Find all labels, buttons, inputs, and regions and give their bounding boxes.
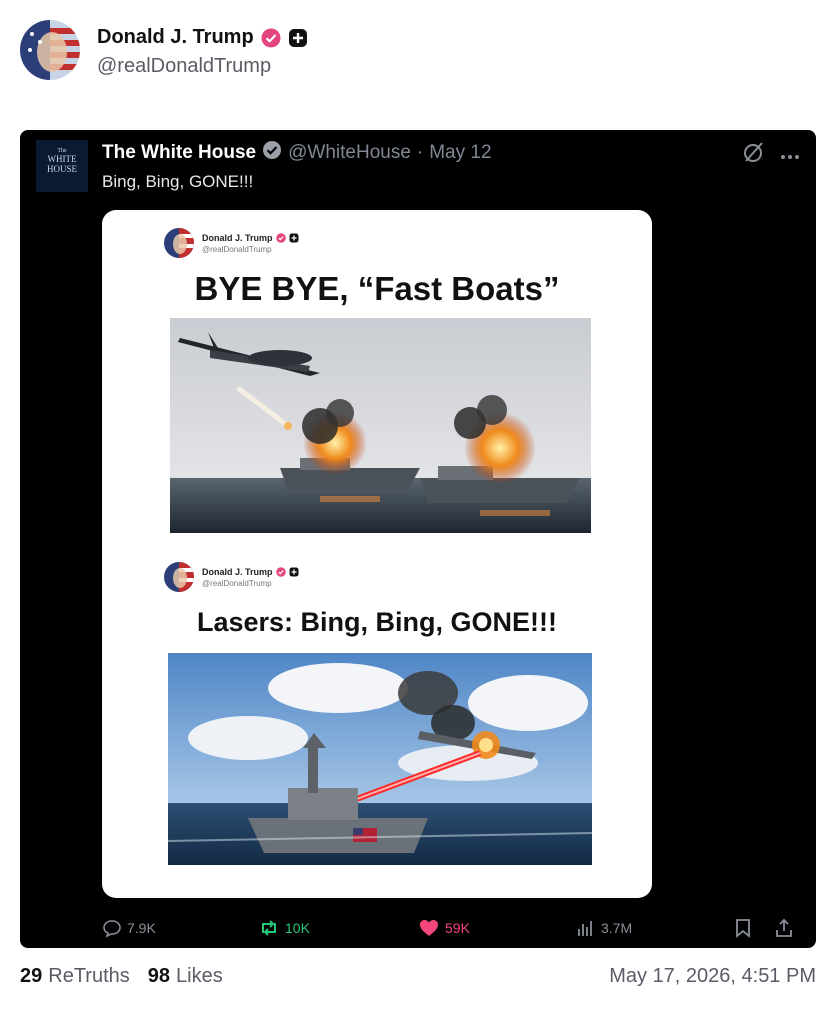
embed-icons bbox=[742, 140, 800, 169]
x-logo-icon[interactable] bbox=[742, 140, 766, 169]
embed-media[interactable]: Donald J. Trump @realDonaldTrump BYE BYE… bbox=[102, 210, 652, 898]
post-stats: 29 ReTruths 98 Likes bbox=[20, 965, 223, 988]
reply-icon bbox=[103, 920, 121, 938]
media-post1-name-row: Donald J. Trump bbox=[202, 233, 299, 243]
media-post1-verified-icon bbox=[275, 232, 286, 243]
verified-badge-icon bbox=[261, 28, 281, 48]
media-post1-header: Donald J. Trump @realDonaldTrump bbox=[164, 228, 299, 258]
media-post2-header: Donald J. Trump @realDonaldTrump bbox=[164, 562, 299, 592]
embed-header: The White House @WhiteHouse · May 12 bbox=[102, 140, 492, 166]
repost-button[interactable]: 10K bbox=[258, 918, 310, 938]
retruths-label[interactable]: ReTruths bbox=[48, 965, 130, 988]
share-button[interactable] bbox=[774, 918, 794, 938]
views-button[interactable]: 3.7M bbox=[576, 918, 632, 938]
embed-author-handle[interactable]: @WhiteHouse bbox=[288, 142, 411, 164]
media-post2-name: Donald J. Trump bbox=[202, 566, 273, 577]
author-handle[interactable]: @realDonaldTrump bbox=[97, 55, 271, 78]
like-count: 59K bbox=[445, 920, 470, 936]
media-post2-plus-icon bbox=[289, 567, 299, 576]
logo-line-2: WHITE bbox=[47, 154, 77, 164]
views-icon bbox=[578, 921, 592, 936]
author-name[interactable]: Donald J. Trump bbox=[97, 26, 254, 49]
likes-count[interactable]: 98 bbox=[148, 965, 170, 988]
drone-boats-image bbox=[170, 318, 591, 533]
repost-icon bbox=[262, 920, 276, 936]
share-icon bbox=[776, 918, 792, 937]
media-post1-plus-icon bbox=[289, 233, 299, 242]
media-post2-avatar bbox=[164, 562, 194, 592]
embedded-post[interactable]: The WHITE HOUSE The White House @WhiteHo… bbox=[20, 130, 816, 948]
embed-date[interactable]: May 12 bbox=[429, 142, 491, 164]
embed-text: Bing, Bing, GONE!!! bbox=[102, 172, 254, 191]
likes-label[interactable]: Likes bbox=[176, 965, 223, 988]
reply-button[interactable]: 7.9K bbox=[102, 918, 156, 938]
post-header: Donald J. Trump @realDonaldTrump bbox=[20, 20, 820, 82]
media-headline-2: Lasers: Bing, Bing, GONE!!! bbox=[196, 607, 558, 637]
logo-line-1: The bbox=[57, 148, 67, 154]
logo-line-3: HOUSE bbox=[46, 164, 77, 174]
media-post1-avatar bbox=[164, 228, 194, 258]
laser-ship-image bbox=[167, 653, 593, 865]
embed-author-name[interactable]: The White House bbox=[102, 142, 256, 164]
embed-separator: · bbox=[416, 142, 424, 163]
reply-count: 7.9K bbox=[127, 920, 156, 936]
more-icon[interactable] bbox=[780, 144, 800, 165]
media-post2-verified-icon bbox=[275, 566, 286, 577]
author-name-row: Donald J. Trump bbox=[97, 26, 308, 49]
repost-count: 10K bbox=[285, 920, 310, 936]
media-post1-handle: @realDonaldTrump bbox=[202, 244, 272, 254]
bookmark-button[interactable] bbox=[734, 918, 752, 938]
media-post2-name-row: Donald J. Trump bbox=[202, 567, 299, 577]
embed-verified-icon bbox=[262, 140, 282, 166]
bookmark-icon bbox=[736, 919, 750, 938]
author-avatar[interactable] bbox=[20, 20, 80, 80]
plus-badge-icon bbox=[288, 28, 308, 48]
media-post2-handle: @realDonaldTrump bbox=[202, 578, 272, 588]
post-timestamp: May 17, 2026, 4:51 PM bbox=[609, 965, 816, 987]
white-house-logo[interactable]: The WHITE HOUSE bbox=[36, 140, 88, 192]
media-headline-1: BYE BYE, “Fast Boats” bbox=[194, 270, 560, 307]
embed-action-bar: 7.9K 10K 59K 3.7M bbox=[20, 908, 816, 948]
media-post1-name: Donald J. Trump bbox=[202, 232, 273, 243]
heart-icon bbox=[420, 920, 438, 936]
like-button[interactable]: 59K bbox=[418, 918, 470, 938]
views-count: 3.7M bbox=[601, 920, 633, 936]
retruths-count[interactable]: 29 bbox=[20, 965, 42, 988]
post-footer: 29 ReTruths 98 Likes May 17, 2026, 4:51 … bbox=[20, 963, 816, 993]
